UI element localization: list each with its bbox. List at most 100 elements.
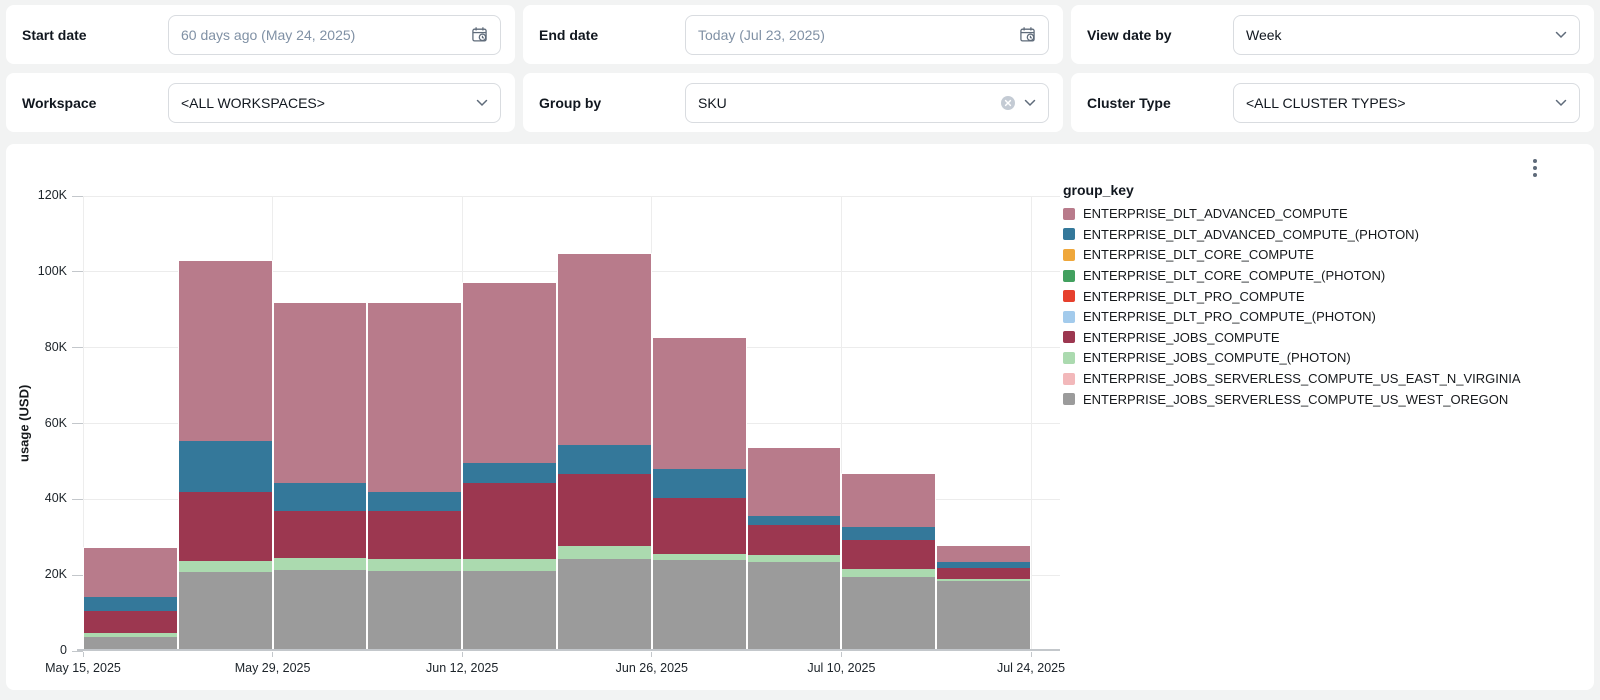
bar-segment[interactable] xyxy=(842,569,935,577)
stacked-bar-week-may-15[interactable] xyxy=(83,547,178,651)
chevron-down-icon xyxy=(476,99,488,107)
bar-segment[interactable] xyxy=(558,254,651,445)
bar-segment[interactable] xyxy=(653,338,746,469)
bar-segment[interactable] xyxy=(463,571,556,651)
y-tick-mark xyxy=(72,196,83,197)
group-by-select[interactable]: SKU xyxy=(685,83,1049,123)
bar-segment[interactable] xyxy=(84,611,177,633)
view-date-by-select[interactable]: Week xyxy=(1233,15,1580,55)
bar-segment[interactable] xyxy=(653,560,746,651)
bar-segment[interactable] xyxy=(937,568,1030,579)
stacked-bar-week-may-29[interactable] xyxy=(273,302,368,651)
filter-group-by: Group by SKU xyxy=(523,73,1063,132)
legend-items: ENTERPRISE_DLT_ADVANCED_COMPUTE ENTERPRIS… xyxy=(1063,207,1521,406)
filter-view-date-by: View date by Week xyxy=(1071,5,1594,64)
chevron-down-icon xyxy=(1555,31,1567,39)
filter-cluster-type: Cluster Type <ALL CLUSTER TYPES> xyxy=(1071,73,1594,132)
bar-segment[interactable] xyxy=(84,597,177,611)
bar-segment[interactable] xyxy=(558,559,651,651)
bar-segment[interactable] xyxy=(463,283,556,463)
bar-segment[interactable] xyxy=(748,562,841,651)
legend-swatch xyxy=(1063,228,1075,240)
clear-icon[interactable] xyxy=(1000,95,1016,111)
chart-overflow-menu-button[interactable] xyxy=(1526,157,1544,179)
cluster-type-select[interactable]: <ALL CLUSTER TYPES> xyxy=(1233,83,1580,123)
legend-label: ENTERPRISE_JOBS_COMPUTE xyxy=(1083,331,1280,344)
stacked-bar-week-jun-5[interactable] xyxy=(367,302,462,651)
bar-segment[interactable] xyxy=(937,581,1030,651)
stacked-bar-week-jun-26[interactable] xyxy=(652,337,747,651)
bar-segment[interactable] xyxy=(842,474,935,527)
bar-segment[interactable] xyxy=(558,445,651,473)
bar-segment[interactable] xyxy=(274,303,367,483)
start-date-label: Start date xyxy=(22,27,168,43)
bar-segment[interactable] xyxy=(179,261,272,440)
workspace-select[interactable]: <ALL WORKSPACES> xyxy=(168,83,501,123)
bar-segment[interactable] xyxy=(842,527,935,540)
stacked-bar-week-jul-10[interactable] xyxy=(841,473,936,651)
bar-segment[interactable] xyxy=(558,546,651,559)
legend-label: ENTERPRISE_DLT_PRO_COMPUTE xyxy=(1083,290,1305,303)
filter-end-date: End date Today (Jul 23, 2025) xyxy=(523,5,1063,64)
y-tick-mark xyxy=(72,499,83,500)
bar-segment[interactable] xyxy=(274,558,367,570)
bar-segment[interactable] xyxy=(842,540,935,570)
workspace-value: <ALL WORKSPACES> xyxy=(181,95,325,111)
bar-segment[interactable] xyxy=(84,548,177,597)
group-by-label: Group by xyxy=(539,95,685,111)
bar-segment[interactable] xyxy=(368,571,461,651)
gridline-horizontal xyxy=(77,196,1060,197)
bar-segment[interactable] xyxy=(179,441,272,493)
legend-swatch xyxy=(1063,208,1075,220)
legend-item: ENTERPRISE_JOBS_SERVERLESS_COMPUTE_US_WE… xyxy=(1063,392,1521,406)
bar-segment[interactable] xyxy=(368,511,461,559)
stacked-bar-week-may-22[interactable] xyxy=(178,260,273,651)
kebab-vertical-icon xyxy=(1533,159,1537,163)
start-date-value: 60 days ago (May 24, 2025) xyxy=(181,27,355,43)
legend: group_key ENTERPRISE_DLT_ADVANCED_COMPUT… xyxy=(1063,182,1521,413)
legend-item: ENTERPRISE_JOBS_SERVERLESS_COMPUTE_US_EA… xyxy=(1063,372,1521,386)
bar-segment[interactable] xyxy=(463,483,556,558)
bar-segment[interactable] xyxy=(463,559,556,572)
end-date-input[interactable]: Today (Jul 23, 2025) xyxy=(685,15,1049,55)
x-tick-label: Jul 24, 2025 xyxy=(961,661,1101,675)
bar-segment[interactable] xyxy=(368,492,461,511)
legend-label: ENTERPRISE_DLT_ADVANCED_COMPUTE_(PHOTON) xyxy=(1083,228,1419,241)
bar-segment[interactable] xyxy=(179,572,272,651)
y-tick-mark xyxy=(72,271,83,272)
calendar-clock-icon[interactable] xyxy=(1019,26,1036,43)
bar-segment[interactable] xyxy=(937,546,1030,562)
stacked-bar-week-jun-19[interactable] xyxy=(557,253,652,651)
bar-segment[interactable] xyxy=(368,559,461,571)
legend-item: ENTERPRISE_DLT_CORE_COMPUTE xyxy=(1063,248,1521,262)
stacked-bar-week-jul-3[interactable] xyxy=(747,447,842,651)
stacked-bar-week-jun-12[interactable] xyxy=(462,282,557,651)
bar-segment[interactable] xyxy=(748,525,841,556)
stacked-bar-week-jul-17[interactable] xyxy=(936,545,1031,651)
bar-segment[interactable] xyxy=(653,498,746,554)
bar-segment[interactable] xyxy=(274,511,367,558)
bar-segment[interactable] xyxy=(558,474,651,546)
bar-segment[interactable] xyxy=(179,561,272,572)
legend-item: ENTERPRISE_DLT_ADVANCED_COMPUTE xyxy=(1063,207,1521,221)
bar-segment[interactable] xyxy=(179,492,272,561)
bar-segment[interactable] xyxy=(748,516,841,525)
bar-segment[interactable] xyxy=(653,469,746,498)
legend-label: ENTERPRISE_JOBS_SERVERLESS_COMPUTE_US_WE… xyxy=(1083,393,1508,406)
bar-segment[interactable] xyxy=(274,570,367,651)
legend-item: ENTERPRISE_JOBS_COMPUTE_(PHOTON) xyxy=(1063,351,1521,365)
legend-swatch xyxy=(1063,311,1075,323)
bar-segment[interactable] xyxy=(748,448,841,515)
legend-label: ENTERPRISE_JOBS_COMPUTE_(PHOTON) xyxy=(1083,351,1351,364)
bar-segment[interactable] xyxy=(274,483,367,511)
bar-segment[interactable] xyxy=(842,577,935,651)
bar-segment[interactable] xyxy=(368,303,461,493)
start-date-input[interactable]: 60 days ago (May 24, 2025) xyxy=(168,15,501,55)
bar-segment[interactable] xyxy=(748,555,841,562)
calendar-clock-icon[interactable] xyxy=(471,26,488,43)
x-tick-mark xyxy=(462,652,463,657)
bar-segment[interactable] xyxy=(463,463,556,483)
cluster-type-label: Cluster Type xyxy=(1087,95,1233,111)
x-tick-mark xyxy=(651,652,652,657)
x-tick-label: May 29, 2025 xyxy=(203,661,343,675)
